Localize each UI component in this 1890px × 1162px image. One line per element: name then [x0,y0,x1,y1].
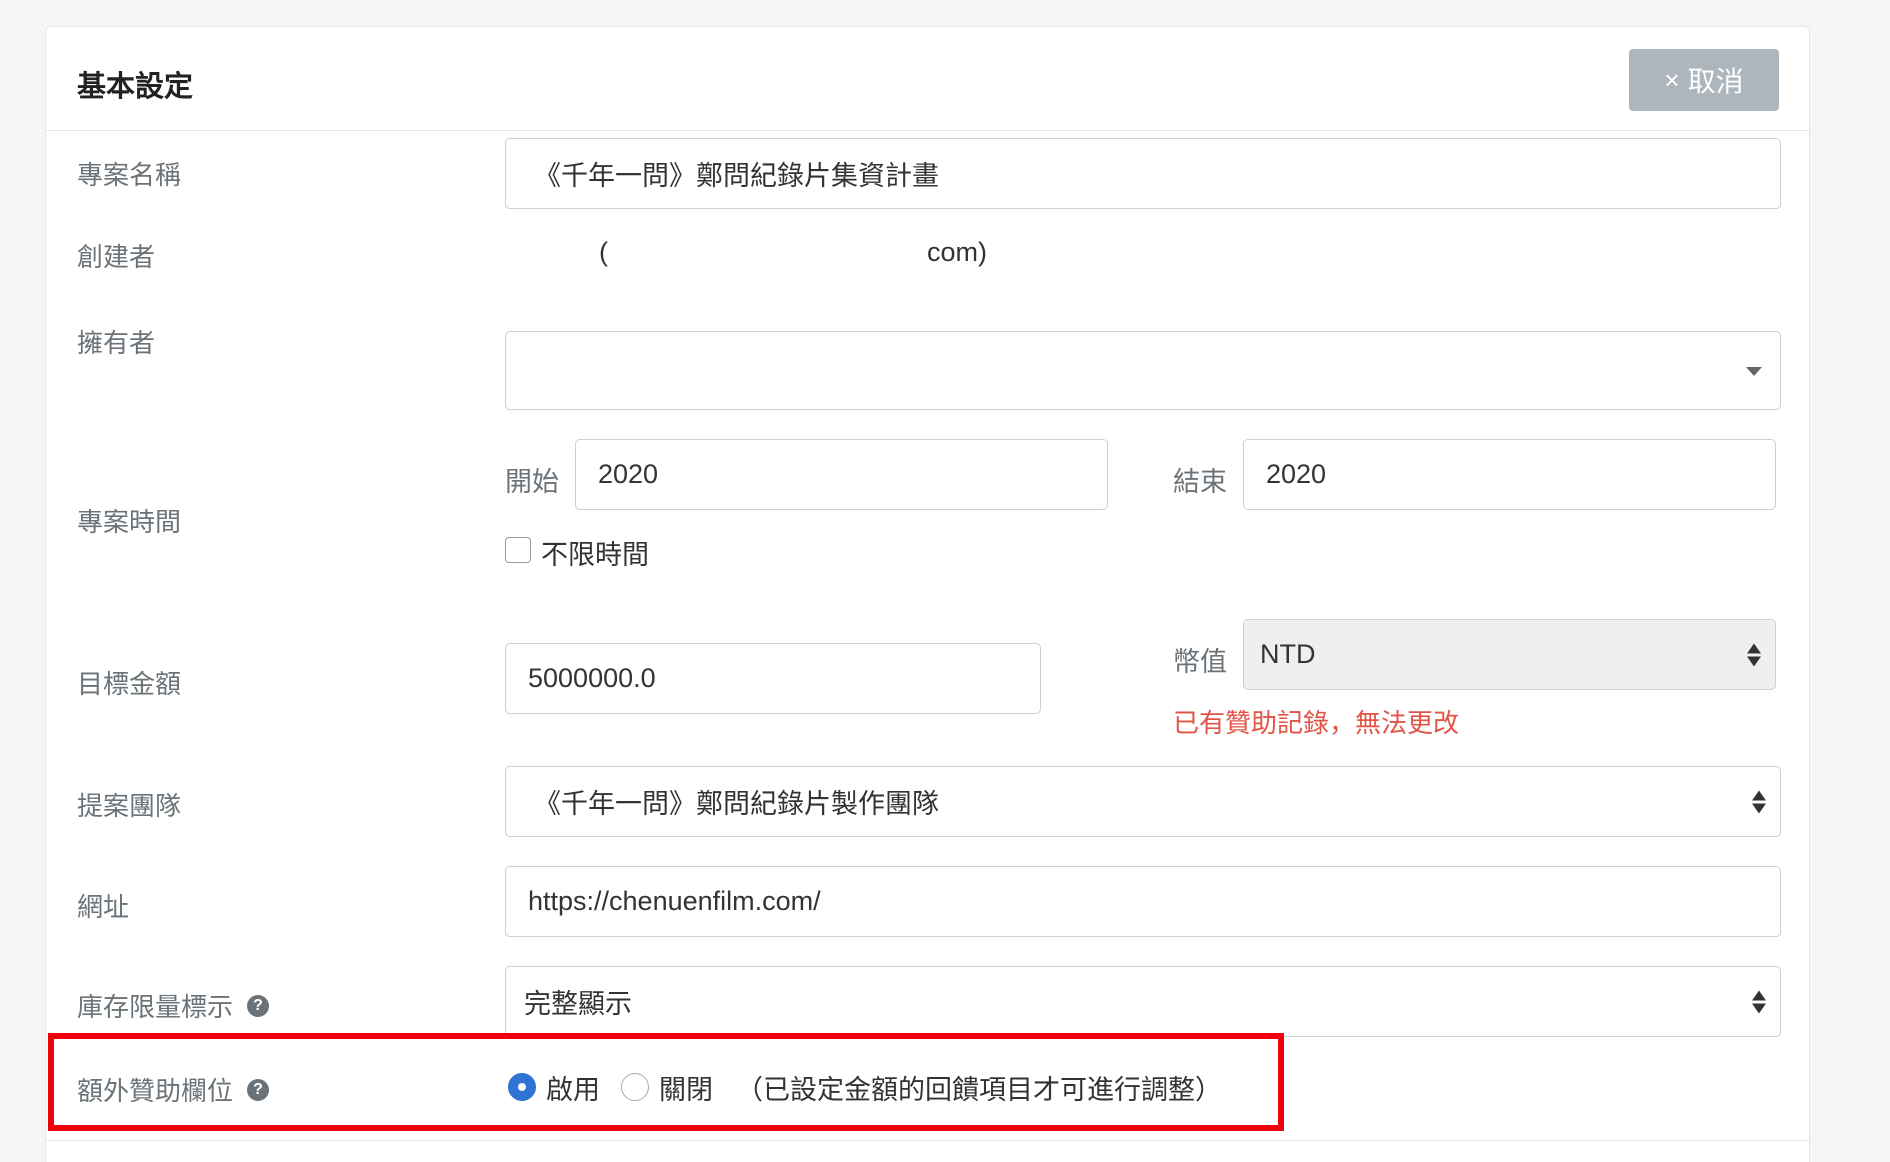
owner-label: 擁有者 [77,328,156,358]
creator-open-paren: ( [599,237,608,267]
goal-amount-input[interactable]: 5000000.0 [505,643,1041,714]
creator-email-suffix: com) [927,237,987,267]
panel-header: 基本設定 × 取消 [46,27,1809,131]
currency-label: 幣值 [1173,647,1227,677]
section-divider [46,1140,1809,1141]
updown-arrows-icon [1752,990,1766,1013]
url-value: https://chenuenfilm.com/ [528,886,821,916]
basic-settings-panel: 基本設定 × 取消 專案名稱 《千年一問》鄭問紀錄片集資計畫 創建者 ( com… [45,26,1810,1162]
highlight-box [48,1033,1284,1131]
cancel-label: 取消 [1687,66,1744,97]
currency-error-message: 已有贊助記錄，無法更改 [1173,708,1460,738]
updown-arrows-icon [1752,790,1766,813]
stock-display-label: 庫存限量標示 ? [77,987,270,1024]
start-date-value: 2020 [598,459,659,489]
project-name-label: 專案名稱 [77,160,182,190]
start-label: 開始 [505,467,559,497]
team-select[interactable]: 《千年一問》鄭問紀錄片製作團隊 [505,766,1781,837]
unlimited-time-checkbox[interactable] [505,537,531,563]
project-name-value: 《千年一問》鄭問紀錄片集資計畫 [534,161,939,191]
owner-select[interactable] [505,331,1781,410]
end-date-input[interactable]: 2020 [1243,439,1776,510]
stock-display-value: 完整顯示 [524,989,632,1019]
unlimited-time-label: 不限時間 [541,540,649,570]
help-icon[interactable]: ? [247,994,270,1017]
creator-label: 創建者 [77,242,156,272]
end-date-value: 2020 [1266,459,1327,489]
url-label: 網址 [77,892,130,922]
team-value: 《千年一問》鄭問紀錄片製作團隊 [534,789,939,819]
currency-select[interactable]: NTD [1243,619,1776,690]
period-label: 專案時間 [77,507,182,537]
goal-label: 目標金額 [77,669,182,699]
end-label: 結束 [1173,467,1227,497]
panel-title: 基本設定 [77,71,194,103]
chevron-down-icon [1746,366,1762,376]
project-name-input[interactable]: 《千年一問》鄭問紀錄片集資計畫 [505,138,1781,209]
stock-display-select[interactable]: 完整顯示 [505,966,1781,1037]
goal-amount-value: 5000000.0 [528,663,656,693]
close-icon: × [1664,64,1680,95]
start-date-input[interactable]: 2020 [575,439,1108,510]
currency-value: NTD [1260,639,1316,669]
updown-arrows-icon [1747,643,1761,666]
stock-display-label-text: 庫存限量標示 [77,992,234,1022]
url-input[interactable]: https://chenuenfilm.com/ [505,866,1781,937]
team-label: 提案團隊 [77,791,182,821]
cancel-button[interactable]: × 取消 [1629,49,1779,111]
